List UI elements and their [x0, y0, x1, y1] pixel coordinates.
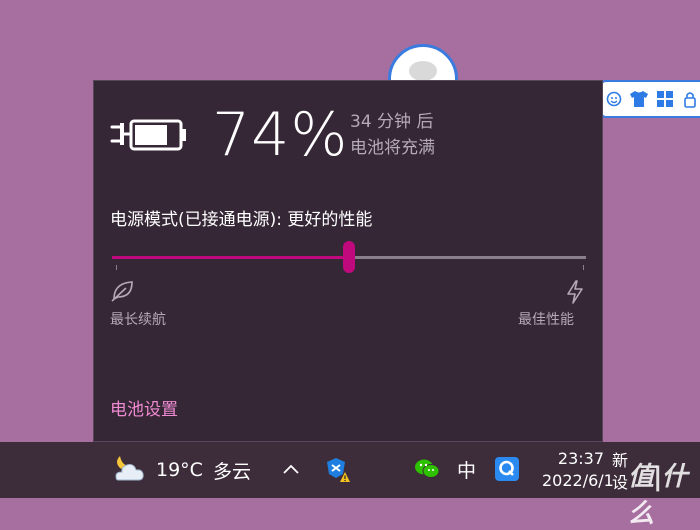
assistant-face-icon: [409, 61, 437, 81]
charge-time-remaining: 34 分钟 后 电池将充满: [350, 109, 435, 161]
qq-icon: [494, 456, 520, 486]
wechat-tray-button[interactable]: [414, 458, 440, 484]
ime-language-button[interactable]: 中: [457, 456, 476, 483]
partly-cloudy-night-icon: [110, 452, 146, 488]
charge-time-line2: 电池将充满: [350, 138, 435, 158]
power-slider-thumb[interactable]: [343, 241, 355, 273]
battery-charging-icon: [110, 113, 188, 161]
charge-time-line1: 34 分钟 后: [350, 112, 434, 132]
system-clock[interactable]: 23:37 2022/6/1: [542, 448, 614, 492]
taskbar: 19°C 多云 中 23:37 2022/6/1 新 设 值|什么: [0, 442, 700, 529]
clock-time: 23:37: [557, 449, 604, 468]
power-slider-fill: [112, 256, 349, 259]
slider-tick-left: [116, 265, 117, 270]
shield-warning-icon: [324, 456, 352, 488]
grid-apps-icon[interactable]: [655, 89, 674, 109]
battery-settings-link[interactable]: 电池设置: [110, 395, 178, 420]
qq-tray-button[interactable]: [494, 456, 520, 486]
leaf-icon: [110, 279, 136, 307]
weather-description: 多云: [212, 460, 251, 483]
emoji-icon[interactable]: [604, 89, 623, 109]
lightning-icon: [564, 279, 586, 309]
best-battery-label: 最长续航: [110, 312, 166, 328]
slider-tick-right: [583, 265, 584, 270]
battery-flyout: 74% 34 分钟 后 电池将充满 电源模式(已接通电源): 更好的性能 最长续…: [93, 80, 603, 442]
show-hidden-icons-button[interactable]: [282, 460, 300, 479]
security-tray-icon-button[interactable]: [324, 456, 352, 488]
notification-text: 新设: [612, 451, 629, 492]
wechat-icon: [414, 458, 440, 484]
weather-widget[interactable]: 19°C 多云: [110, 452, 251, 488]
ime-toolbar: [600, 80, 700, 118]
lock-icon[interactable]: [681, 89, 700, 109]
power-mode-label: 电源模式(已接通电源): 更好的性能: [110, 210, 373, 230]
chevron-up-icon: [282, 460, 300, 479]
battery-percentage: 74%: [212, 100, 349, 170]
best-performance-label: 最佳性能: [518, 312, 574, 328]
weather-temperature: 19°C: [156, 459, 203, 481]
watermark-logo: 值|什么: [628, 462, 688, 529]
skin-shirt-icon[interactable]: [629, 89, 649, 109]
clock-date: 2022/6/1: [542, 471, 614, 490]
